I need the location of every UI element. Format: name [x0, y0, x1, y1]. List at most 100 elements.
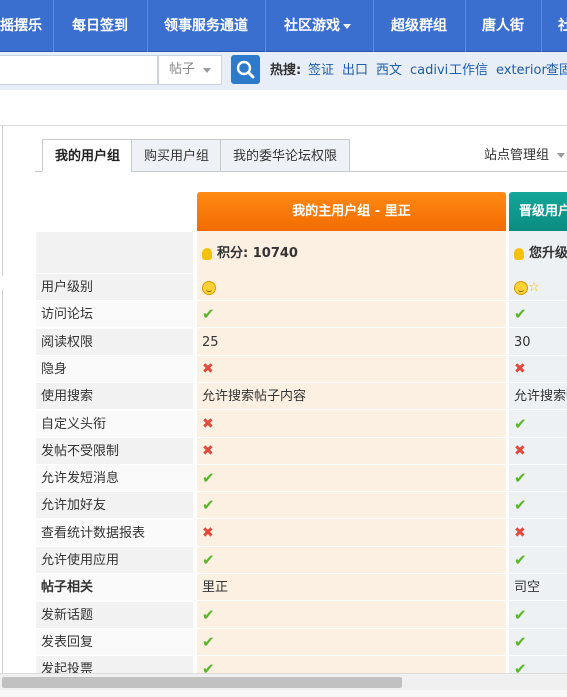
- check-icon: ✔: [514, 469, 527, 487]
- check-icon: ✔: [514, 633, 527, 651]
- row-label: 发新话题: [41, 608, 94, 623]
- nav-item-more[interactable]: 社: [558, 0, 567, 52]
- cross-icon: ✖: [202, 525, 214, 541]
- row-label: 访问论坛: [41, 307, 94, 322]
- permission-value: ✔: [514, 492, 567, 519]
- user-level-icons: [202, 274, 216, 301]
- bottom-edge: [0, 690, 567, 697]
- nav-item-community-games[interactable]: 社区游戏: [284, 0, 351, 52]
- permission-value: ✔: [202, 602, 215, 629]
- row-label: 用户级别: [41, 280, 94, 295]
- nav-separator: [265, 0, 266, 52]
- row-label: 发表回复: [41, 635, 94, 650]
- search-bar: 帖子 热搜: 签证 出口 西文 cadivi 工作信 exterior 查固: [0, 52, 567, 90]
- permission-value: ✖: [514, 356, 567, 383]
- check-icon: ✔: [202, 496, 215, 514]
- permission-value: 允许搜索帖子内容: [202, 389, 307, 404]
- score-label-cell: [36, 232, 193, 273]
- permission-value: ✔: [202, 629, 215, 656]
- hot-search-link[interactable]: 工作信: [449, 52, 488, 90]
- permission-value: ✔: [514, 629, 567, 656]
- search-input[interactable]: [0, 55, 158, 85]
- row-label: 发帖不受限制: [41, 444, 120, 459]
- star-icon: ☆: [528, 280, 540, 295]
- horizontal-scrollbar[interactable]: [0, 673, 567, 690]
- smiley-icon: [202, 280, 216, 295]
- permission-value: ✔: [514, 465, 567, 492]
- nav-separator: [541, 0, 542, 52]
- nav-item-label: 社区游戏: [284, 18, 340, 34]
- chevron-down-icon: [557, 153, 566, 158]
- row-label: 阅读权限: [41, 335, 94, 350]
- nav-item-super-groups[interactable]: 超级群组: [391, 0, 447, 52]
- tab-my-permissions[interactable]: 我的委华论坛权限: [220, 139, 351, 172]
- check-icon: ✔: [514, 305, 527, 323]
- next-group-header: 晋级用户: [509, 192, 567, 231]
- row-label: 使用搜索: [41, 389, 94, 404]
- next-score: 您升级: [514, 240, 567, 267]
- check-icon: ✔: [202, 606, 215, 624]
- check-icon: ✔: [202, 469, 215, 487]
- check-icon: ✔: [202, 633, 215, 651]
- nav-item-chinatown[interactable]: 唐人街: [482, 0, 524, 52]
- permission-value: ✔: [514, 602, 567, 629]
- permission-value: ✔: [514, 411, 567, 438]
- row-divider: [36, 327, 567, 328]
- check-icon: ✔: [202, 551, 215, 569]
- tab-my-usergroup[interactable]: 我的用户组: [42, 139, 134, 172]
- row-divider: [36, 600, 567, 601]
- permission-value: ✖: [202, 411, 214, 438]
- permission-value: 30: [514, 335, 531, 350]
- permission-value: ✔: [202, 492, 215, 519]
- nav-item-daily-checkin[interactable]: 每日签到: [72, 0, 128, 52]
- row-label: 允许使用应用: [41, 553, 120, 568]
- sidebar-edge: [0, 290, 3, 690]
- check-icon: ✔: [514, 606, 527, 624]
- nav-separator: [147, 0, 148, 52]
- search-scope-value: 帖子: [169, 62, 196, 77]
- nav-item-yaobaile[interactable]: 摇摆乐: [0, 0, 48, 52]
- nav-separator: [373, 0, 374, 52]
- lightbulb-icon: [514, 247, 524, 260]
- hot-search-link[interactable]: 查固: [546, 52, 567, 90]
- search-scope-select[interactable]: 帖子: [158, 55, 222, 85]
- hot-search-link[interactable]: exterior: [496, 52, 547, 90]
- nav-separator: [465, 0, 466, 52]
- check-icon: ✔: [514, 415, 527, 433]
- hot-search-link[interactable]: 签证: [308, 52, 334, 90]
- sidebar-edge: [0, 126, 3, 276]
- row-label: 允许加好友: [41, 498, 107, 513]
- check-icon: ✔: [514, 496, 527, 514]
- top-navigation: 摇摆乐 每日签到 领事服务通道 社区游戏 超级群组 唐人街 社: [0, 0, 567, 52]
- permission-value: ✖: [202, 438, 214, 465]
- cross-icon: ✖: [514, 443, 526, 459]
- lightbulb-icon: [202, 247, 212, 260]
- permission-value: ✔: [514, 547, 567, 574]
- user-level-icons: ☆: [514, 274, 567, 301]
- permission-value: ✖: [514, 520, 567, 547]
- section-value: 里正: [202, 580, 229, 595]
- hot-search-link[interactable]: cadivi: [410, 52, 448, 90]
- next-score-text: 您升级: [529, 246, 567, 261]
- row-label: 查看统计数据报表: [41, 526, 146, 541]
- divider: [0, 125, 567, 126]
- section-label: 帖子相关: [41, 580, 94, 595]
- permission-value: ✔: [202, 547, 215, 574]
- hot-search-link[interactable]: 出口: [342, 52, 368, 90]
- search-button[interactable]: [231, 55, 260, 84]
- tab-buy-usergroup[interactable]: 购买用户组: [131, 139, 223, 172]
- section-value: 司空: [514, 580, 541, 595]
- scrollbar-thumb[interactable]: [2, 677, 402, 688]
- nav-item-consular-service[interactable]: 领事服务通道: [164, 0, 248, 52]
- smiley-icon: [514, 280, 528, 295]
- nav-separator: [53, 0, 54, 52]
- permission-value: 允许搜索帖: [514, 389, 567, 404]
- permission-value: 25: [202, 335, 219, 350]
- row-label: 允许发短消息: [41, 471, 120, 486]
- permission-value: ✖: [202, 356, 214, 383]
- check-icon: ✔: [514, 551, 527, 569]
- hot-search-link[interactable]: 西文: [376, 52, 402, 90]
- site-manager-dropdown[interactable]: 站点管理组: [484, 139, 566, 172]
- permission-value: ✔: [514, 301, 567, 328]
- cross-icon: ✖: [202, 361, 214, 377]
